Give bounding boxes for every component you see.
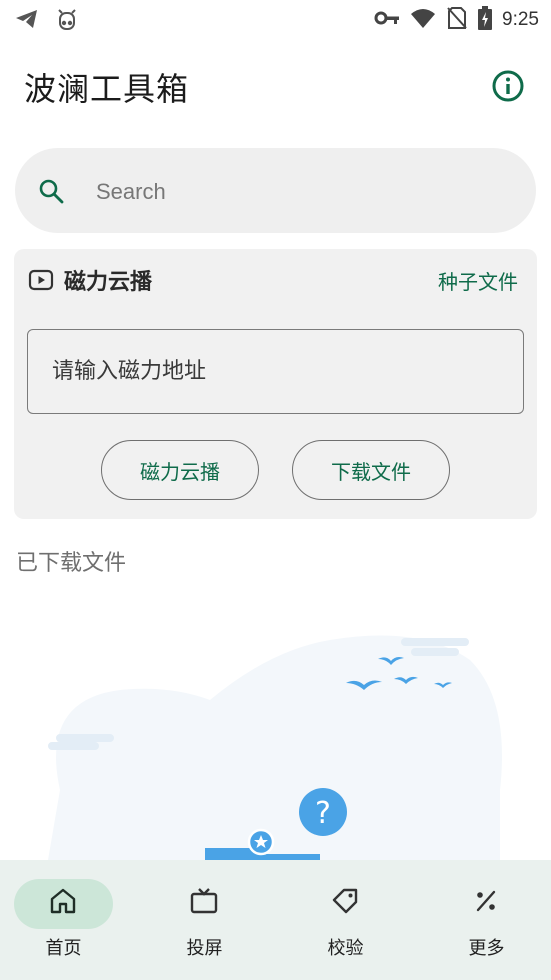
wifi-icon bbox=[410, 7, 436, 33]
vpn-key-icon bbox=[374, 7, 400, 33]
bottom-navigation: 首页 投屏 校验 更多 bbox=[0, 860, 551, 980]
magnet-card-title: 磁力云播 bbox=[64, 270, 153, 295]
telegram-icon bbox=[14, 7, 40, 35]
percent-icon bbox=[476, 890, 496, 912]
empty-state-illustration: ? bbox=[48, 635, 502, 860]
nav-item-home[interactable]: 首页 bbox=[0, 860, 137, 980]
tag-icon bbox=[332, 888, 358, 914]
status-time: 9:25 bbox=[502, 9, 539, 30]
page-title: 波澜工具箱 bbox=[24, 70, 190, 108]
no-sim-icon bbox=[446, 6, 468, 34]
nav-label-home: 首页 bbox=[45, 938, 82, 959]
search-input[interactable] bbox=[94, 170, 498, 214]
downloaded-files-label: 已下载文件 bbox=[16, 551, 127, 576]
tv-icon bbox=[190, 888, 218, 914]
search-icon bbox=[39, 179, 64, 204]
magnet-play-button[interactable]: 磁力云播 bbox=[101, 440, 259, 500]
play-circle-icon bbox=[28, 269, 54, 291]
nav-item-cast[interactable]: 投屏 bbox=[141, 860, 278, 980]
nav-label-verify: 校验 bbox=[327, 938, 364, 959]
nav-label-cast: 投屏 bbox=[186, 938, 223, 959]
info-icon bbox=[492, 70, 524, 102]
battery-charging-icon bbox=[478, 6, 493, 34]
download-file-button[interactable]: 下载文件 bbox=[292, 440, 450, 500]
nav-item-more[interactable]: 更多 bbox=[423, 860, 551, 980]
nav-label-more: 更多 bbox=[468, 938, 505, 959]
cow-icon bbox=[54, 6, 80, 36]
nav-item-verify[interactable]: 校验 bbox=[282, 860, 419, 980]
home-icon bbox=[50, 888, 76, 914]
magnet-address-input[interactable] bbox=[27, 329, 524, 414]
torrent-file-link[interactable]: 种子文件 bbox=[438, 266, 518, 295]
status-bar: 9:25 bbox=[0, 0, 551, 40]
info-button[interactable] bbox=[490, 68, 526, 104]
svg-text:?: ? bbox=[315, 796, 331, 831]
